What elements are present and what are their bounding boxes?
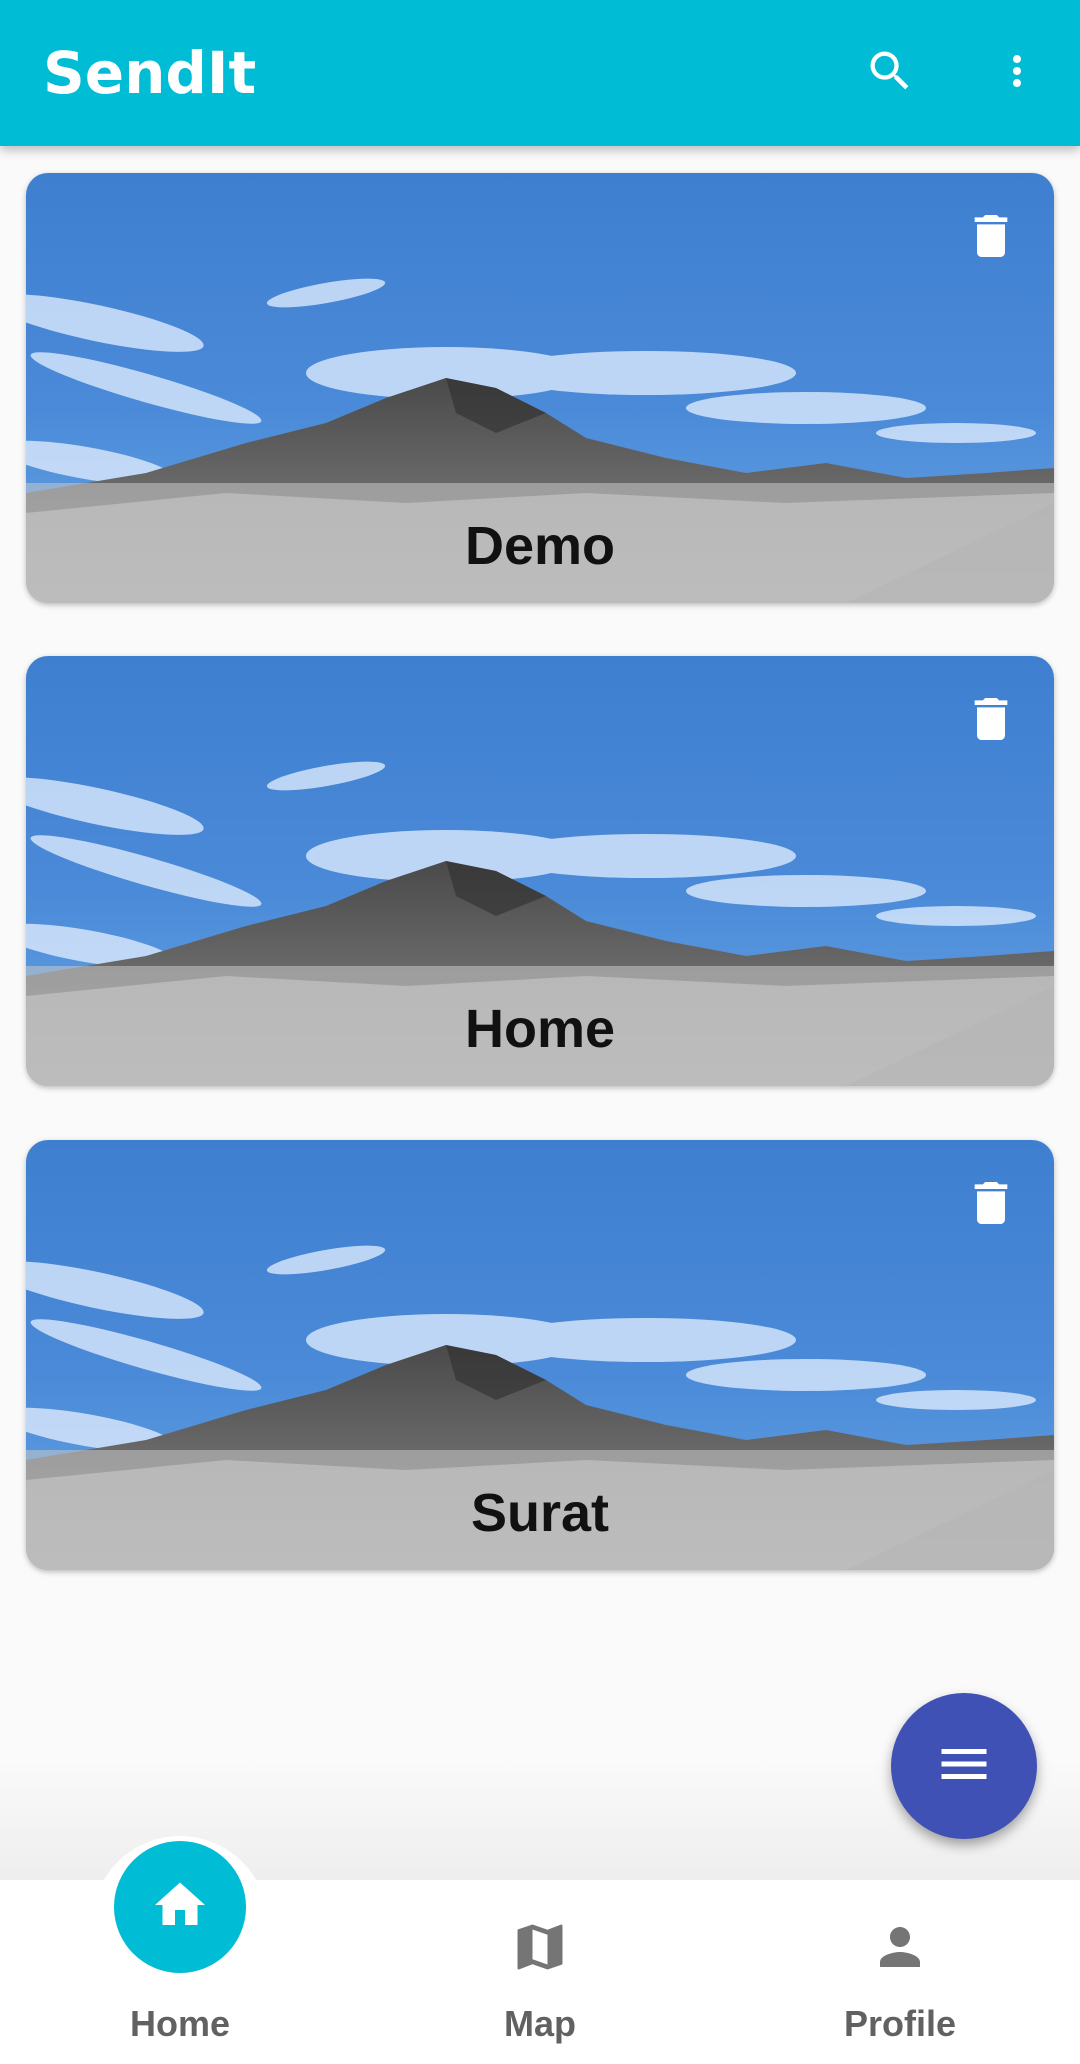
nav-label-map: Map [504,2003,576,2044]
card-label-bar: Surat [26,1450,1054,1570]
card-title: Demo [464,516,616,576]
nav-label-profile: Profile [843,2003,957,2044]
delete-button[interactable] [956,686,1026,756]
app-title: SendIt [43,39,257,107]
search-button[interactable] [850,33,930,113]
nav-label-home: Home [129,2003,231,2044]
search-icon [864,45,916,102]
card-label-bar: Home [26,966,1054,1086]
more-vert-icon [993,47,1041,100]
nav-home-indicator[interactable] [114,1841,246,1973]
folder-card[interactable]: Surat [26,1140,1054,1570]
nav-item-map[interactable]: Map [420,1880,660,2064]
menu-fab[interactable] [891,1693,1037,1839]
delete-button[interactable] [956,203,1026,273]
card-title: Surat [470,1483,610,1543]
app-bar: SendIt [0,0,1080,146]
card-title: Home [464,999,616,1059]
folder-card[interactable]: Demo [26,173,1054,603]
delete-icon [963,208,1019,269]
delete-icon [963,1175,1019,1236]
more-options-button[interactable] [977,33,1057,113]
card-label-bar: Demo [26,483,1054,603]
nav-item-profile[interactable]: Profile [780,1880,1020,2064]
home-icon [150,1875,210,1940]
delete-icon [963,691,1019,752]
person-icon [870,1917,930,1977]
map-icon [510,1917,570,1977]
delete-button[interactable] [956,1170,1026,1240]
folder-card[interactable]: Home [26,656,1054,1086]
menu-icon [934,1734,994,1799]
